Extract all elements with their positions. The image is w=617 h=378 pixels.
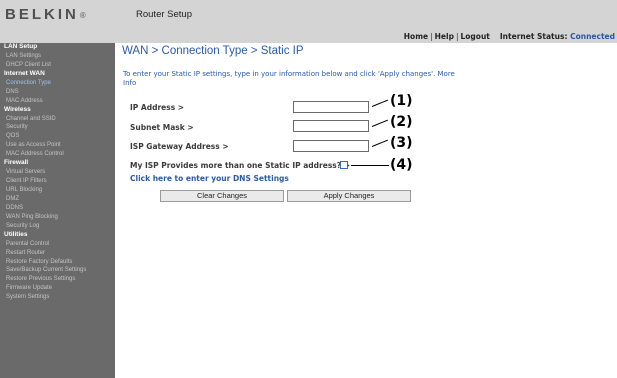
- sidebar-item-wan-ping-blocking[interactable]: WAN Ping Blocking: [0, 213, 115, 222]
- isp-gateway-label: ISP Gateway Address >: [130, 142, 229, 151]
- callout-label-2: (2): [390, 114, 413, 130]
- multi-ip-label: My ISP Provides more than one Static IP …: [130, 161, 351, 170]
- sidebar-item-ddns[interactable]: DDNS: [0, 204, 115, 213]
- subnet-mask-label: Subnet Mask >: [130, 123, 194, 132]
- sidebar-header-firewall: Firewall: [4, 159, 29, 167]
- top-nav: Home | Help | Logout Internet Status: Connect…: [404, 32, 615, 41]
- sidebar-item-lan-settings[interactable]: LAN Settings: [0, 52, 115, 61]
- page-title: WAN > Connection Type > Static IP: [122, 45, 304, 57]
- nav-help-link[interactable]: Help: [435, 32, 454, 41]
- sidebar-item-restore-factory-defaults[interactable]: Restore Factory Defaults: [0, 258, 115, 267]
- sidebar-item-firmware-update[interactable]: Firmware Update: [0, 284, 115, 293]
- nav-home-link[interactable]: Home: [404, 32, 428, 41]
- sidebar-item-system-settings[interactable]: System Settings: [0, 293, 115, 302]
- apply-changes-button[interactable]: Apply Changes: [287, 190, 411, 202]
- ip-address-input[interactable]: [293, 101, 369, 113]
- sidebar-item-client-ip-filters[interactable]: Client IP Filters: [0, 177, 115, 186]
- callout-line-2: [371, 119, 388, 127]
- sidebar-item-restart-router[interactable]: Restart Router: [0, 249, 115, 258]
- sidebar-item-use-as-access-point[interactable]: Use as Access Point: [0, 141, 115, 150]
- sidebar-item-channel-and-ssid[interactable]: Channel and SSID: [0, 115, 115, 124]
- nav-logout-link[interactable]: Logout: [461, 32, 490, 41]
- sidebar-header-utilities: Utilities: [4, 230, 28, 238]
- sidebar-header-lan-setup: LAN Setup: [4, 43, 38, 50]
- callout-label-1: (1): [390, 93, 413, 109]
- dns-settings-link[interactable]: Click here to enter your DNS Settings: [130, 174, 289, 183]
- callout-label-4: (4): [390, 157, 413, 173]
- sidebar-item-security-log[interactable]: Security Log: [0, 222, 115, 231]
- sidebar-item-mac-address-control[interactable]: MAC Address Control: [0, 150, 115, 159]
- sidebar-item-restore-previous-settings[interactable]: Restore Previous Settings: [0, 275, 115, 284]
- sidebar-item-security[interactable]: Security: [0, 123, 115, 132]
- sidebar-header-internet-wan: Internet WAN: [4, 69, 45, 77]
- callout-line-1: [371, 99, 388, 107]
- clear-changes-button[interactable]: Clear Changes: [160, 190, 284, 202]
- nav-separator: |: [430, 32, 433, 41]
- sidebar-item-url-blocking[interactable]: URL Blocking: [0, 186, 115, 195]
- app-title: Router Setup: [136, 9, 192, 20]
- nav-separator: |: [455, 32, 459, 41]
- callout-line-4: [351, 165, 389, 166]
- callout-label-3: (3): [390, 135, 413, 151]
- internet-status-label: Internet Status:: [499, 32, 568, 41]
- belkin-logo: BELKIN®: [5, 6, 86, 23]
- intro-text: To enter your Static IP settings, type i…: [123, 70, 455, 87]
- header-bar: BELKIN® Router Setup Home | Help | Logout Int…: [0, 0, 617, 43]
- internet-status-value: Connected: [570, 32, 615, 41]
- sidebar-item-parental-control[interactable]: Parental Control: [0, 240, 115, 249]
- sidebar-item-dhcp-client-list[interactable]: DHCP Client List: [0, 61, 115, 70]
- callout-line-3: [371, 139, 388, 147]
- sidebar-item-mac-address[interactable]: MAC Address: [0, 97, 115, 106]
- sidebar-item-dns[interactable]: DNS: [0, 88, 115, 97]
- multi-ip-checkbox[interactable]: [340, 161, 348, 169]
- ip-address-label: IP Address >: [130, 103, 185, 112]
- sidebar-item-connection-type[interactable]: Connection Type: [0, 79, 115, 88]
- sidebar-item-dmz[interactable]: DMZ: [0, 195, 115, 204]
- sidebar-header-wireless: Wireless: [4, 105, 31, 113]
- sidebar: LAN Setup LAN Settings DHCP Client List Int…: [0, 43, 115, 378]
- sidebar-item-save-backup-current-settings[interactable]: Save/Backup Current Settings: [0, 266, 115, 275]
- main-content: WAN > Connection Type > Static IP To ent…: [115, 43, 617, 378]
- sidebar-item-virtual-servers[interactable]: Virtual Servers: [0, 168, 115, 177]
- sidebar-item-qos[interactable]: QOS: [0, 132, 115, 141]
- subnet-mask-input[interactable]: [293, 120, 369, 132]
- isp-gateway-input[interactable]: [293, 140, 369, 152]
